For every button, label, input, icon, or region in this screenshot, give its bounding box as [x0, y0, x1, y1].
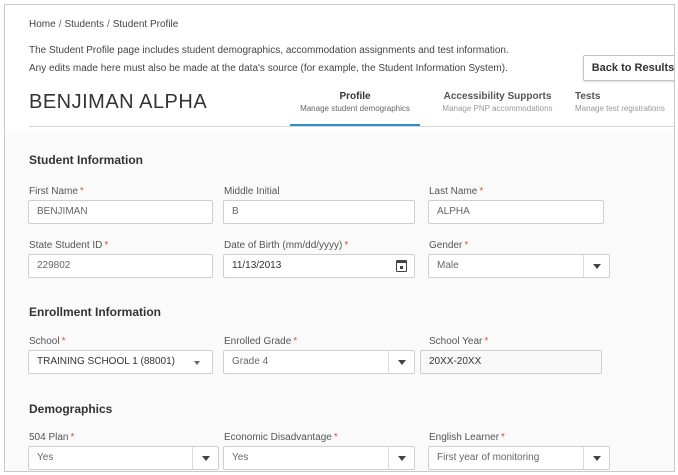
- last-name-label: Last Name *: [429, 186, 483, 197]
- gender-label: Gender *: [429, 240, 468, 251]
- required-marker: *: [333, 432, 338, 443]
- chevron-down-icon: [388, 351, 414, 373]
- tab-tests[interactable]: Tests Manage test registrations: [575, 91, 674, 127]
- description-line-2: Any edits made here must also be made at…: [29, 63, 508, 74]
- tab-profile-subtitle: Manage student demographics: [300, 104, 410, 113]
- chevron-down-icon: [186, 351, 212, 373]
- date-of-birth-label: Date of Birth (mm/dd/yyyy) *: [224, 240, 348, 251]
- tab-accessibility-title: Accessibility Supports: [443, 91, 552, 102]
- english-learner-select[interactable]: First year of monitoring: [428, 446, 610, 470]
- enrolled-grade-value: Grade 4: [232, 356, 269, 367]
- tab-tests-subtitle: Manage test registrations: [575, 104, 665, 113]
- middle-initial-label: Middle Initial: [224, 186, 280, 197]
- enrolled-grade-select[interactable]: Grade 4: [223, 350, 415, 374]
- school-year-label-text: School Year: [429, 336, 483, 347]
- school-label-text: School: [29, 336, 60, 347]
- breadcrumb: Home / Students / Student Profile: [29, 19, 178, 30]
- tab-accessibility-subtitle: Manage PNP accommodations: [442, 104, 553, 113]
- economic-disadvantage-value: Yes: [232, 452, 249, 463]
- header-divider: [29, 126, 674, 127]
- breadcrumb-separator: /: [106, 19, 110, 30]
- student-information-heading: Student Information: [29, 153, 143, 167]
- required-marker: *: [70, 432, 75, 443]
- page-description: The Student Profile page includes studen…: [29, 42, 559, 78]
- gender-value: Male: [437, 260, 459, 271]
- plan-504-value: Yes: [37, 452, 54, 463]
- breadcrumb-students[interactable]: Students: [64, 19, 103, 30]
- required-marker: *: [293, 336, 298, 347]
- school-year-field: 20XX-20XX: [420, 350, 602, 374]
- student-name-title: BENJIMAN ALPHA: [29, 91, 208, 113]
- last-name-input[interactable]: ALPHA: [428, 200, 604, 224]
- first-name-input[interactable]: BENJIMAN: [28, 200, 213, 224]
- required-marker: *: [61, 336, 66, 347]
- english-learner-label: English Learner *: [429, 432, 505, 443]
- english-learner-value: First year of monitoring: [437, 452, 540, 463]
- required-marker: *: [104, 240, 109, 251]
- gender-label-text: Gender: [429, 240, 463, 251]
- required-marker: *: [79, 186, 84, 197]
- plan-504-label-text: 504 Plan: [29, 432, 69, 443]
- required-marker: *: [484, 336, 489, 347]
- enrollment-information-heading: Enrollment Information: [29, 305, 161, 319]
- school-label: School *: [29, 336, 65, 347]
- gender-select[interactable]: Male: [428, 254, 610, 278]
- tab-profile-title: Profile: [339, 91, 371, 102]
- required-marker: *: [501, 432, 505, 443]
- required-marker: *: [479, 186, 484, 197]
- form-background: [6, 131, 674, 471]
- plan-504-select[interactable]: Yes: [28, 446, 219, 470]
- economic-disadvantage-label: Economic Disadvantage *: [224, 432, 338, 443]
- english-learner-label-text: English Learner: [429, 432, 500, 443]
- tab-accessibility-supports[interactable]: Accessibility Supports Manage PNP accomm…: [435, 91, 560, 127]
- enrolled-grade-label: Enrolled Grade *: [224, 336, 297, 347]
- state-student-id-label: State Student ID *: [29, 240, 108, 251]
- school-value: TRAINING SCHOOL 1 (88001): [37, 356, 176, 367]
- breadcrumb-current: Student Profile: [112, 19, 179, 30]
- back-to-results-button[interactable]: Back to Results: [583, 55, 674, 81]
- date-of-birth-value: 11/13/2013: [232, 260, 282, 271]
- tab-profile[interactable]: Profile Manage student demographics: [290, 91, 420, 127]
- state-student-id-input[interactable]: 229802: [28, 254, 213, 278]
- school-year-label: School Year *: [429, 336, 488, 347]
- required-marker: *: [344, 240, 349, 251]
- enrolled-grade-label-text: Enrolled Grade: [224, 336, 292, 347]
- chevron-down-icon: [583, 255, 609, 277]
- middle-initial-input[interactable]: B: [223, 200, 415, 224]
- tab-tests-title: Tests: [575, 91, 601, 102]
- date-of-birth-input[interactable]: 11/13/2013: [223, 254, 415, 278]
- description-line-1: The Student Profile page includes studen…: [29, 45, 509, 56]
- last-name-label-text: Last Name: [429, 186, 478, 197]
- breadcrumb-home[interactable]: Home: [29, 19, 56, 30]
- economic-disadvantage-select[interactable]: Yes: [223, 446, 415, 470]
- required-marker: *: [464, 240, 469, 251]
- plan-504-label: 504 Plan *: [29, 432, 74, 443]
- chevron-down-icon: [388, 447, 414, 469]
- first-name-label-text: First Name: [29, 186, 78, 197]
- economic-disadvantage-label-text: Economic Disadvantage: [224, 432, 332, 443]
- chevron-down-icon: [192, 447, 218, 469]
- first-name-label: First Name *: [29, 186, 84, 197]
- student-profile-panel: Home / Students / Student Profile The Studen…: [4, 4, 675, 472]
- school-select[interactable]: TRAINING SCHOOL 1 (88001): [28, 350, 213, 374]
- breadcrumb-separator: /: [58, 19, 62, 30]
- date-of-birth-label-text: Date of Birth (mm/dd/yyyy): [224, 240, 343, 251]
- chevron-down-icon: [583, 447, 609, 469]
- demographics-heading: Demographics: [29, 402, 113, 416]
- calendar-icon[interactable]: [396, 260, 407, 272]
- state-student-id-label-text: State Student ID: [29, 240, 103, 251]
